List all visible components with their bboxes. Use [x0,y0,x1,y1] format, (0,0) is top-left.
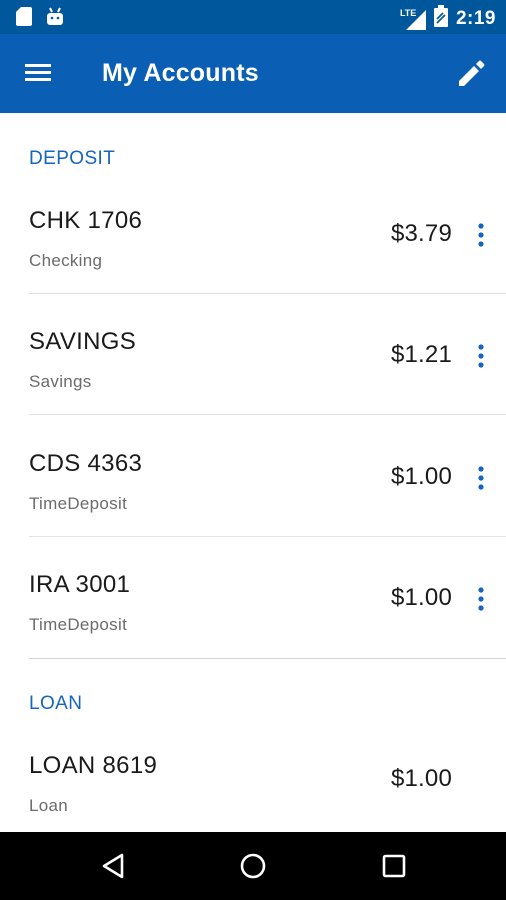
account-type: TimeDeposit [29,615,128,634]
account-name: CHK 1706 [29,207,143,234]
back-icon[interactable] [96,848,132,884]
account-type: Loan [29,796,69,815]
account-name: IRA 3001 [29,571,131,598]
account-balance: $3.79 [390,220,452,247]
section-divider [29,658,506,659]
account-name: LOAN 8619 [29,752,158,779]
signal-icon: LTE [400,8,426,30]
account-balance: $1.21 [390,341,452,368]
divider [29,293,506,294]
menu-icon[interactable] [24,58,54,88]
account-type: Savings [29,372,92,391]
sd-card-icon [16,7,32,31]
status-time: 2:19 [455,7,496,29]
account-row[interactable]: CHK 1706 Checking $3.79 [0,207,506,328]
app-bar: My Accounts [0,34,506,113]
battery-icon [433,5,448,32]
divider [29,414,506,415]
account-balance: $1.00 [390,463,452,490]
navigation-bar [0,832,506,900]
account-type: TimeDeposit [29,494,128,513]
status-bar: LTE 2:19 [0,0,506,34]
account-balance: $1.00 [390,765,452,792]
account-row[interactable]: CDS 4363 TimeDeposit $1.00 [0,450,506,571]
more-vert-icon[interactable] [468,221,494,251]
recents-icon[interactable] [376,848,412,884]
account-row[interactable]: IRA 3001 TimeDeposit $1.00 [0,571,506,692]
more-vert-icon[interactable] [468,342,494,372]
section-header-loan: LOAN [29,693,83,714]
edit-icon[interactable] [454,56,488,90]
page-title: My Accounts [102,59,259,87]
account-row[interactable]: LOAN 8619 Loan $1.00 [0,752,506,832]
account-balance: $1.00 [390,584,452,611]
more-vert-icon[interactable] [468,585,494,615]
more-vert-icon[interactable] [468,464,494,494]
android-icon [46,7,64,31]
account-name: SAVINGS [29,328,137,355]
account-type: Checking [29,251,103,270]
account-row[interactable]: SAVINGS Savings $1.21 [0,328,506,449]
home-icon[interactable] [235,848,271,884]
account-name: CDS 4363 [29,450,143,477]
section-header-deposit: DEPOSIT [29,148,116,169]
accounts-list: DEPOSIT CHK 1706 Checking $3.79 SAVINGS … [0,113,506,832]
divider [29,536,506,537]
